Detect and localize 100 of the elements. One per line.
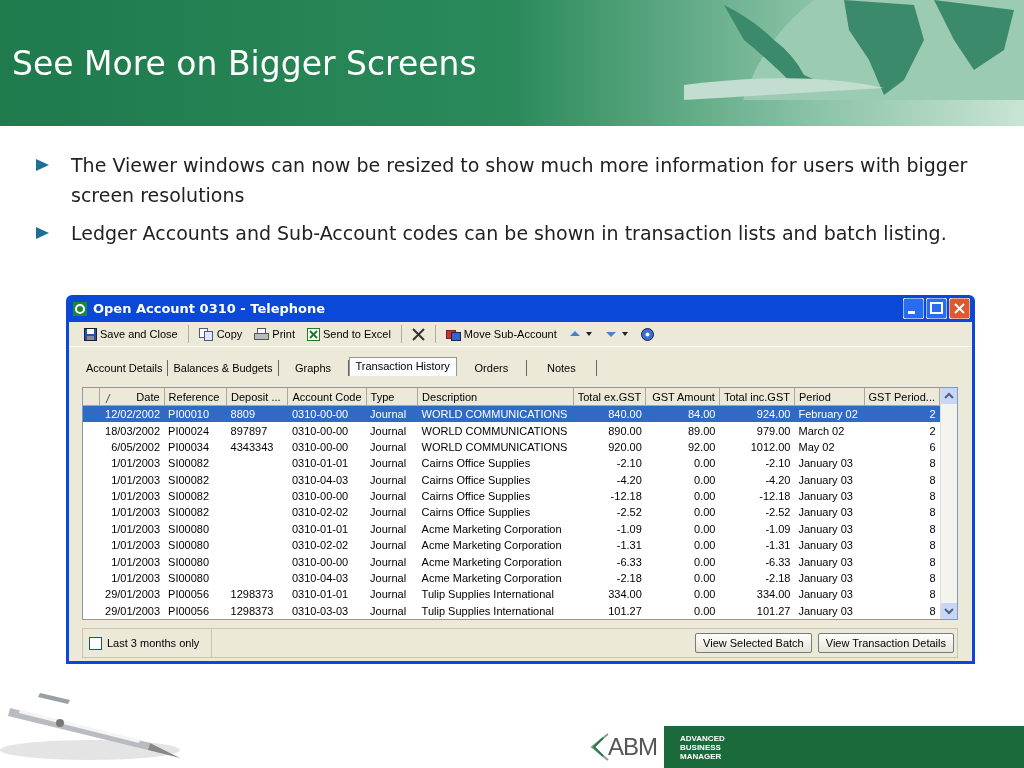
table-row[interactable]: 1/01/2003 SI00080 0310-01-01 Journal Acme Marketing Corporation -1.09 0.00 -1.09 January 03 8 bbox=[83, 520, 940, 537]
close-button[interactable] bbox=[949, 298, 970, 319]
table-cell: January 03 bbox=[798, 473, 853, 486]
column-header[interactable]: GST Period... bbox=[864, 388, 940, 406]
column-header[interactable]: Period bbox=[794, 388, 864, 406]
table-cell: Journal bbox=[370, 440, 407, 453]
column-header[interactable]: Reference bbox=[164, 388, 227, 406]
table-row[interactable]: 18/03/2002 PI00024 897897 0310-00-00 Journal WORLD COMMUNICATIONS 890.00 89.00 979.00 March 02 2 bbox=[83, 422, 940, 439]
table-cell: -2.10 bbox=[765, 457, 791, 470]
minimize-button[interactable] bbox=[903, 298, 924, 319]
table-cell: 0.00 bbox=[694, 555, 716, 568]
table-cell: 0310-01-01 bbox=[291, 457, 349, 470]
table-cell: 0.00 bbox=[694, 457, 716, 470]
table-cell: January 03 bbox=[798, 506, 853, 519]
table-cell: 840.00 bbox=[608, 408, 642, 421]
table-cell: 0.00 bbox=[694, 571, 716, 584]
logo-tagline: BUSINESS bbox=[680, 742, 722, 752]
table-cell: 8 bbox=[929, 539, 936, 552]
column-header[interactable]: Date bbox=[99, 388, 165, 406]
maximize-button[interactable] bbox=[926, 298, 947, 319]
table-cell: 8 bbox=[929, 506, 936, 519]
table-cell: PI00034 bbox=[168, 440, 210, 453]
table-row[interactable]: 6/05/2002 PI00034 4343343 0310-00-00 Journal WORLD COMMUNICATIONS 920.00 92.00 1012.00 May 02 6 bbox=[83, 438, 940, 456]
table-cell: -2.18 bbox=[616, 571, 642, 584]
table-cell: Acme Marketing Corporation bbox=[421, 539, 562, 552]
tab[interactable]: Orders bbox=[456, 360, 527, 376]
table-cell: 1/01/2003 bbox=[111, 457, 161, 470]
toolbar-button[interactable]: Print bbox=[249, 325, 300, 343]
table-row[interactable]: 1/01/2003 SI00080 0310-04-03 Journal Acme Marketing Corporation -2.18 0.00 -2.18 January 03 8 bbox=[83, 569, 940, 587]
scroll-down-icon[interactable] bbox=[941, 603, 957, 619]
table-row[interactable]: 1/01/2003 SI00082 0310-01-01 Journal Cairns Office Supplies -2.10 0.00 -2.10 January 03 8 bbox=[83, 455, 940, 472]
toolbar-button[interactable]: Send to Excel bbox=[302, 325, 396, 343]
table-cell: -2.52 bbox=[765, 506, 791, 519]
table-cell: Journal bbox=[370, 408, 407, 421]
checkbox[interactable] bbox=[89, 636, 102, 650]
table-cell: 0.00 bbox=[694, 506, 716, 519]
table-row[interactable]: 1/01/2003 SI00082 0310-04-03 Journal Cairns Office Supplies -4.20 0.00 -4.20 January 03 8 bbox=[83, 471, 940, 488]
toolbar-button[interactable]: Copy bbox=[193, 325, 248, 343]
table-cell: SI00082 bbox=[168, 457, 210, 470]
down-arrow-icon bbox=[604, 329, 629, 339]
table-cell: Acme Marketing Corporation bbox=[421, 555, 562, 568]
table-cell: Journal bbox=[370, 539, 407, 552]
table-cell: WORLD COMMUNICATIONS bbox=[421, 424, 568, 437]
table-cell: 1/01/2003 bbox=[111, 539, 161, 552]
table-cell: SI00082 bbox=[168, 473, 210, 486]
table-cell: Journal bbox=[370, 473, 407, 486]
column-header[interactable]: Deposit ... bbox=[226, 388, 288, 406]
table-cell: 8809 bbox=[230, 408, 256, 421]
tab[interactable]: Graphs bbox=[278, 360, 349, 376]
table-cell: 1/01/2003 bbox=[111, 571, 161, 584]
table-row[interactable]: 1/01/2003 SI00082 0310-00-00 Journal Cairns Office Supplies -12.18 0.00 -12.18 January 03 8 bbox=[83, 487, 940, 505]
table-cell: 0.00 bbox=[694, 490, 716, 503]
action-button[interactable]: View Transaction Details bbox=[817, 633, 954, 653]
column-header[interactable]: Total inc.GST bbox=[719, 388, 795, 406]
toolbar-button[interactable]: Save and Close bbox=[79, 325, 183, 343]
table-cell: -2.18 bbox=[765, 571, 791, 584]
scroll-up-icon[interactable] bbox=[941, 388, 957, 404]
table-row[interactable]: 1/01/2003 SI00082 0310-02-02 Journal Cairns Office Supplies -2.52 0.00 -2.52 January 03 8 bbox=[83, 504, 940, 521]
table-cell: Journal bbox=[370, 424, 407, 437]
table-cell: 12/02/2002 bbox=[105, 408, 161, 421]
table-cell: Journal bbox=[370, 490, 407, 503]
column-header[interactable]: Total ex.GST bbox=[573, 388, 646, 406]
table-cell: SI00082 bbox=[168, 490, 210, 503]
action-button[interactable]: View Selected Batch bbox=[695, 633, 812, 653]
table-cell: SI00080 bbox=[168, 539, 210, 552]
table-cell: 0.00 bbox=[694, 522, 716, 535]
table-row[interactable]: 12/02/2002 PI00010 8809 0310-00-00 Journal WORLD COMMUNICATIONS 840.00 84.00 924.00 February 02 2 bbox=[83, 405, 940, 423]
table-cell: 1298373 bbox=[230, 588, 274, 601]
table-cell: 0310-04-03 bbox=[291, 473, 349, 486]
table-cell: 29/01/2003 bbox=[105, 588, 161, 601]
logo-text: ABM bbox=[608, 733, 657, 761]
scrollbar[interactable] bbox=[940, 388, 957, 619]
table-row[interactable]: 29/01/2003 PI00056 1298373 0310-01-01 Journal Tulip Supplies International 334.00 0.00 334.00 January 03 8 bbox=[83, 586, 940, 603]
tab[interactable]: Account Details bbox=[81, 360, 169, 376]
table-cell: -6.33 bbox=[616, 555, 642, 568]
table-cell: January 03 bbox=[798, 457, 853, 470]
table-cell: 334.00 bbox=[756, 588, 791, 601]
column-header[interactable]: GST Amount bbox=[645, 388, 720, 406]
table-cell: 920.00 bbox=[608, 440, 642, 453]
table-cell: 924.00 bbox=[756, 408, 791, 421]
column-header[interactable]: Account Code bbox=[287, 388, 367, 406]
folders-icon bbox=[445, 327, 461, 341]
table-row[interactable]: 1/01/2003 SI00080 0310-02-02 Journal Acme Marketing Corporation -1.31 0.00 -1.31 January 03 8 bbox=[83, 537, 940, 554]
tab[interactable]: Transaction History bbox=[348, 357, 457, 376]
table-row[interactable]: 29/01/2003 PI00056 1298373 0310-03-03 Journal Tulip Supplies International 101.27 0.00 101.27 January 03 8 bbox=[83, 602, 940, 619]
table-cell: Journal bbox=[370, 588, 407, 601]
help-icon bbox=[640, 327, 654, 341]
column-header[interactable]: Type bbox=[366, 388, 418, 406]
sort-icon bbox=[103, 393, 112, 403]
column-header[interactable]: Description bbox=[417, 388, 574, 406]
tab[interactable]: Notes bbox=[526, 360, 597, 376]
tab[interactable]: Balances & Budgets bbox=[168, 360, 279, 376]
table-cell: 0310-04-03 bbox=[291, 571, 349, 584]
table-cell: Cairns Office Supplies bbox=[421, 457, 531, 470]
table-cell: Cairns Office Supplies bbox=[421, 473, 531, 486]
table-row[interactable]: 1/01/2003 SI00080 0310-00-00 Journal Acme Marketing Corporation -6.33 0.00 -6.33 January 03 8 bbox=[83, 553, 940, 570]
table-cell: Cairns Office Supplies bbox=[421, 490, 531, 503]
table-cell: Tulip Supplies International bbox=[421, 588, 554, 601]
table-cell: PI00010 bbox=[168, 408, 210, 421]
toolbar-button[interactable]: Move Sub-Account bbox=[440, 325, 562, 343]
